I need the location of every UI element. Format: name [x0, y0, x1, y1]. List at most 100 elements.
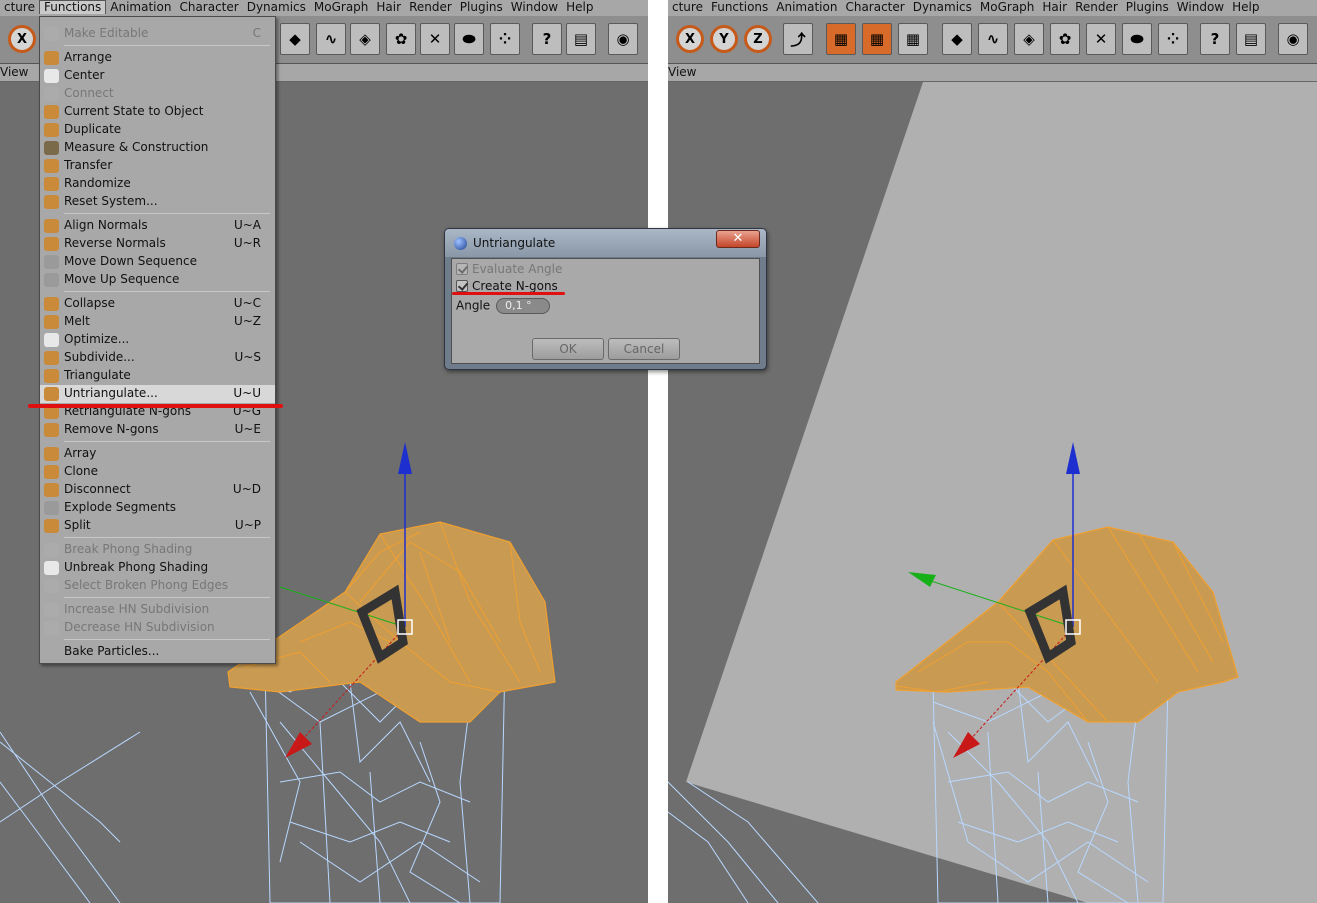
menu-functions[interactable]: Functions	[38, 0, 107, 14]
menu-render[interactable]: Render	[405, 0, 456, 15]
menu-item-icon	[44, 561, 59, 575]
roof-left	[227, 521, 556, 723]
create-ngons-checkbox[interactable]	[456, 280, 468, 292]
menu-item-icon	[44, 69, 59, 83]
menu-cture[interactable]: cture	[0, 0, 39, 15]
menu-item-move-down-sequence[interactable]: Move Down Sequence	[40, 253, 275, 271]
menu-character[interactable]: Character	[841, 0, 908, 15]
menu-item-disconnect[interactable]: Disconnect U~D	[40, 481, 275, 499]
menu-item-optimize[interactable]: Optimize...	[40, 331, 275, 349]
array-icon-left[interactable]: ✿	[386, 23, 416, 55]
dialog-titlebar[interactable]: Untriangulate ✕	[445, 229, 766, 257]
menu-item-connect[interactable]: Connect	[40, 85, 275, 103]
menu-dynamics[interactable]: Dynamics	[243, 0, 310, 15]
nurbs-icon[interactable]: ◈	[1014, 23, 1044, 55]
deformer-icon-left[interactable]: ✕	[420, 23, 450, 55]
array-icon[interactable]: ✿	[1050, 23, 1080, 55]
menu-item-icon	[44, 315, 59, 329]
menu-help[interactable]: Help	[1228, 0, 1263, 15]
viewport-right[interactable]	[668, 82, 1317, 903]
evaluate-angle-row[interactable]: Evaluate Angle	[456, 262, 562, 276]
menu-cture[interactable]: cture	[668, 0, 707, 15]
menu-help[interactable]: Help	[562, 0, 597, 15]
scene-icon-left[interactable]: ⬬	[454, 23, 484, 55]
cube-icon-left[interactable]: ◆	[280, 23, 310, 55]
layout-icon[interactable]: ▤	[1236, 23, 1266, 55]
help-cursor-icon[interactable]: ?	[1200, 23, 1230, 55]
menu-item-measure-construction[interactable]: Measure & Construction	[40, 139, 275, 157]
menu-item-untriangulate[interactable]: Untriangulate... U~U	[40, 385, 275, 403]
angle-input[interactable]: 0,1 °	[496, 298, 551, 314]
menu-item-current-state-to-object[interactable]: Current State to Object	[40, 103, 275, 121]
menu-item-bake-particles[interactable]: Bake Particles...	[40, 643, 275, 661]
render-settings-icon[interactable]: ▦	[898, 23, 928, 55]
menu-hair[interactable]: Hair	[1038, 0, 1071, 15]
menu-render[interactable]: Render	[1071, 0, 1122, 15]
menu-item-label: Align Normals	[64, 218, 148, 232]
axis-z-button-right[interactable]: Z	[744, 25, 772, 53]
menu-item-reverse-normals[interactable]: Reverse Normals U~R	[40, 235, 275, 253]
help-cursor-icon-left[interactable]: ?	[532, 23, 562, 55]
menu-item-break-phong-shading[interactable]: Break Phong Shading	[40, 541, 275, 559]
menu-hair[interactable]: Hair	[372, 0, 405, 15]
menu-item-make-editable[interactable]: Make Editable C	[40, 25, 275, 43]
menu-item-explode-segments[interactable]: Explode Segments	[40, 499, 275, 517]
axis-y-button-right[interactable]: Y	[710, 25, 738, 53]
menu-item-decrease-hn-subdivision[interactable]: Decrease HN Subdivision	[40, 619, 275, 637]
menu-animation[interactable]: Animation	[106, 0, 175, 15]
ok-button[interactable]: OK	[532, 338, 604, 360]
menu-item-split[interactable]: Split U~P	[40, 517, 275, 535]
spline-icon[interactable]: ∿	[978, 23, 1008, 55]
menu-item-subdivide[interactable]: Subdivide... U~S	[40, 349, 275, 367]
menu-item-transfer[interactable]: Transfer	[40, 157, 275, 175]
nurbs-icon-left[interactable]: ◈	[350, 23, 380, 55]
menu-item-array[interactable]: Array	[40, 445, 275, 463]
layout-icon-left[interactable]: ▤	[566, 23, 596, 55]
menu-item-center[interactable]: Center	[40, 67, 275, 85]
browser-icon-left[interactable]: ◉	[608, 23, 638, 55]
deformer-icon[interactable]: ✕	[1086, 23, 1116, 55]
menu-functions[interactable]: Functions	[707, 0, 772, 15]
coordinate-system-icon[interactable]: ⤴	[783, 23, 813, 55]
cube-icon[interactable]: ◆	[942, 23, 972, 55]
menu-mograph[interactable]: MoGraph	[310, 0, 373, 15]
menu-item-icon	[44, 351, 59, 365]
menu-item-clone[interactable]: Clone	[40, 463, 275, 481]
menu-item-collapse[interactable]: Collapse U~C	[40, 295, 275, 313]
menu-plugins[interactable]: Plugins	[456, 0, 507, 15]
axis-x-button[interactable]: X	[8, 25, 36, 53]
menu-item-randomize[interactable]: Randomize	[40, 175, 275, 193]
particle-icon-left[interactable]: ⁘	[490, 23, 520, 55]
menu-item-increase-hn-subdivision[interactable]: Increase HN Subdivision	[40, 601, 275, 619]
menu-item-remove-n-gons[interactable]: Remove N-gons U~E	[40, 421, 275, 439]
spline-icon-left[interactable]: ∿	[316, 23, 346, 55]
create-ngons-row[interactable]: Create N-gons	[456, 279, 558, 293]
menu-item-duplicate[interactable]: Duplicate	[40, 121, 275, 139]
cancel-button[interactable]: Cancel	[608, 338, 680, 360]
evaluate-angle-checkbox[interactable]	[456, 263, 468, 275]
menu-item-align-normals[interactable]: Align Normals U~A	[40, 217, 275, 235]
menu-item-select-broken-phong-edges[interactable]: Select Broken Phong Edges	[40, 577, 275, 595]
menu-window[interactable]: Window	[1173, 0, 1228, 15]
render-region-icon[interactable]: ▦	[862, 23, 892, 55]
menu-item-move-up-sequence[interactable]: Move Up Sequence	[40, 271, 275, 289]
menu-item-melt[interactable]: Melt U~Z	[40, 313, 275, 331]
axis-x-button-right[interactable]: X	[676, 25, 704, 53]
close-button[interactable]: ✕	[716, 230, 760, 248]
browser-icon[interactable]: ◉	[1278, 23, 1308, 55]
menu-item-unbreak-phong-shading[interactable]: Unbreak Phong Shading	[40, 559, 275, 577]
menu-item-triangulate[interactable]: Triangulate	[40, 367, 275, 385]
menu-mograph[interactable]: MoGraph	[976, 0, 1039, 15]
menu-window[interactable]: Window	[507, 0, 562, 15]
view-menu-label-right[interactable]: View	[668, 65, 696, 79]
menu-plugins[interactable]: Plugins	[1122, 0, 1173, 15]
particle-icon[interactable]: ⁘	[1158, 23, 1188, 55]
view-menu-label[interactable]: View	[0, 65, 28, 79]
menu-item-reset-system[interactable]: Reset System...	[40, 193, 275, 211]
menu-animation[interactable]: Animation	[772, 0, 841, 15]
menu-character[interactable]: Character	[175, 0, 242, 15]
scene-icon[interactable]: ⬬	[1122, 23, 1152, 55]
render-view-icon[interactable]: ▦	[826, 23, 856, 55]
menu-dynamics[interactable]: Dynamics	[909, 0, 976, 15]
menu-item-arrange[interactable]: Arrange	[40, 49, 275, 67]
